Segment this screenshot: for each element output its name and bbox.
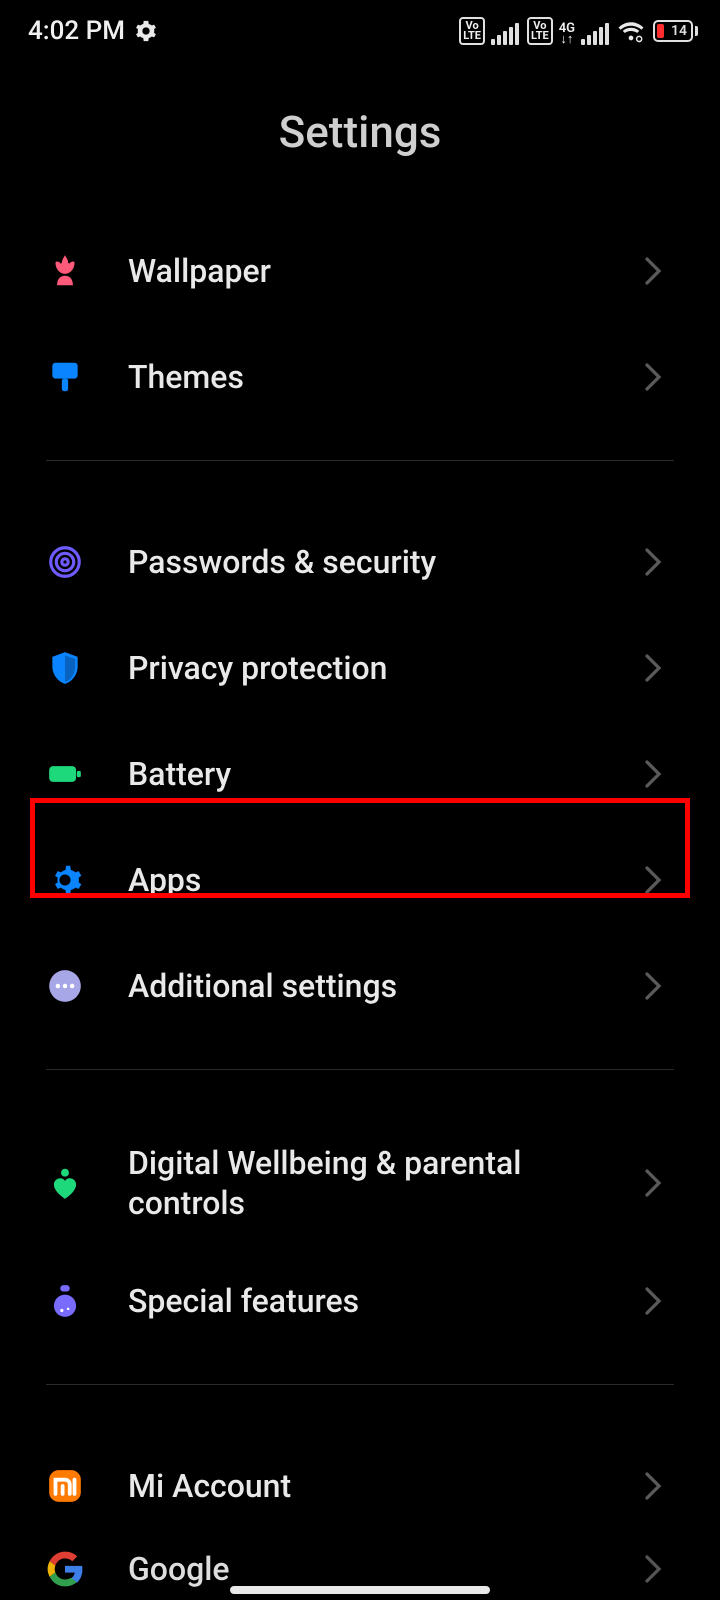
battery-row-icon bbox=[46, 755, 84, 793]
chevron-right-icon bbox=[644, 1168, 674, 1198]
row-label: Digital Wellbeing & parental controls bbox=[128, 1143, 644, 1223]
chevron-right-icon bbox=[644, 971, 674, 1001]
settings-list: Wallpaper Themes Passwords & security Pr… bbox=[0, 218, 720, 1599]
battery-pct: 14 bbox=[671, 23, 687, 39]
chevron-right-icon bbox=[644, 1471, 674, 1501]
signal2-icon bbox=[581, 23, 609, 45]
clock-text: 4:02 PM bbox=[28, 16, 125, 46]
volte2-icon: VoLTE bbox=[527, 17, 553, 45]
sim1-group: VoLTE bbox=[459, 17, 519, 45]
chevron-right-icon bbox=[644, 1554, 674, 1584]
row-label: Wallpaper bbox=[128, 251, 644, 291]
status-right: VoLTE VoLTE 4G↓↑ 14 bbox=[459, 17, 698, 45]
row-mi-account[interactable]: Mi Account bbox=[0, 1433, 720, 1539]
wifi-icon bbox=[617, 17, 645, 45]
net-4g-icon: 4G↓↑ bbox=[559, 23, 575, 45]
row-battery[interactable]: Battery bbox=[0, 721, 720, 827]
row-passwords[interactable]: Passwords & security bbox=[0, 509, 720, 615]
chevron-right-icon bbox=[644, 256, 674, 286]
row-label: Apps bbox=[128, 860, 644, 900]
row-label: Additional settings bbox=[128, 966, 644, 1006]
dots-icon bbox=[46, 967, 84, 1005]
tulip-icon bbox=[46, 252, 84, 290]
row-apps[interactable]: Apps bbox=[0, 827, 720, 933]
divider bbox=[46, 1069, 674, 1070]
chevron-right-icon bbox=[644, 759, 674, 789]
chevron-right-icon bbox=[644, 653, 674, 683]
row-privacy[interactable]: Privacy protection bbox=[0, 615, 720, 721]
sim2-group: VoLTE 4G↓↑ bbox=[527, 17, 609, 45]
brush-icon bbox=[46, 358, 84, 396]
row-special[interactable]: Special features bbox=[0, 1248, 720, 1354]
chevron-right-icon bbox=[644, 362, 674, 392]
volte1-icon: VoLTE bbox=[459, 17, 485, 45]
shield-icon bbox=[46, 649, 84, 687]
row-additional[interactable]: Additional settings bbox=[0, 933, 720, 1039]
chevron-right-icon bbox=[644, 547, 674, 577]
row-wellbeing[interactable]: Digital Wellbeing & parental controls bbox=[0, 1118, 720, 1248]
heart-person-icon bbox=[46, 1164, 84, 1202]
gesture-handle[interactable] bbox=[0, 1586, 720, 1594]
flask-icon bbox=[46, 1282, 84, 1320]
row-themes[interactable]: Themes bbox=[0, 324, 720, 430]
google-icon bbox=[46, 1550, 84, 1588]
signal1-icon bbox=[491, 23, 519, 45]
row-label: Mi Account bbox=[128, 1466, 644, 1506]
row-label: Themes bbox=[128, 357, 644, 397]
row-label: Battery bbox=[128, 754, 644, 794]
row-label: Passwords & security bbox=[128, 542, 644, 582]
chevron-right-icon bbox=[644, 1286, 674, 1316]
row-label: Special features bbox=[128, 1281, 644, 1321]
divider bbox=[46, 1384, 674, 1385]
chevron-right-icon bbox=[644, 865, 674, 895]
page-title: Settings bbox=[0, 58, 720, 218]
settings-status-icon bbox=[135, 20, 157, 42]
divider bbox=[46, 460, 674, 461]
row-label: Google bbox=[128, 1549, 644, 1589]
mi-icon bbox=[46, 1467, 84, 1505]
cog-icon bbox=[46, 861, 84, 899]
fingerprint-icon bbox=[46, 543, 84, 581]
battery-icon: 14 bbox=[653, 20, 698, 42]
status-left: 4:02 PM bbox=[28, 16, 157, 46]
row-wallpaper[interactable]: Wallpaper bbox=[0, 218, 720, 324]
row-label: Privacy protection bbox=[128, 648, 644, 688]
status-bar: 4:02 PM VoLTE VoLTE 4G↓↑ 14 bbox=[0, 0, 720, 58]
